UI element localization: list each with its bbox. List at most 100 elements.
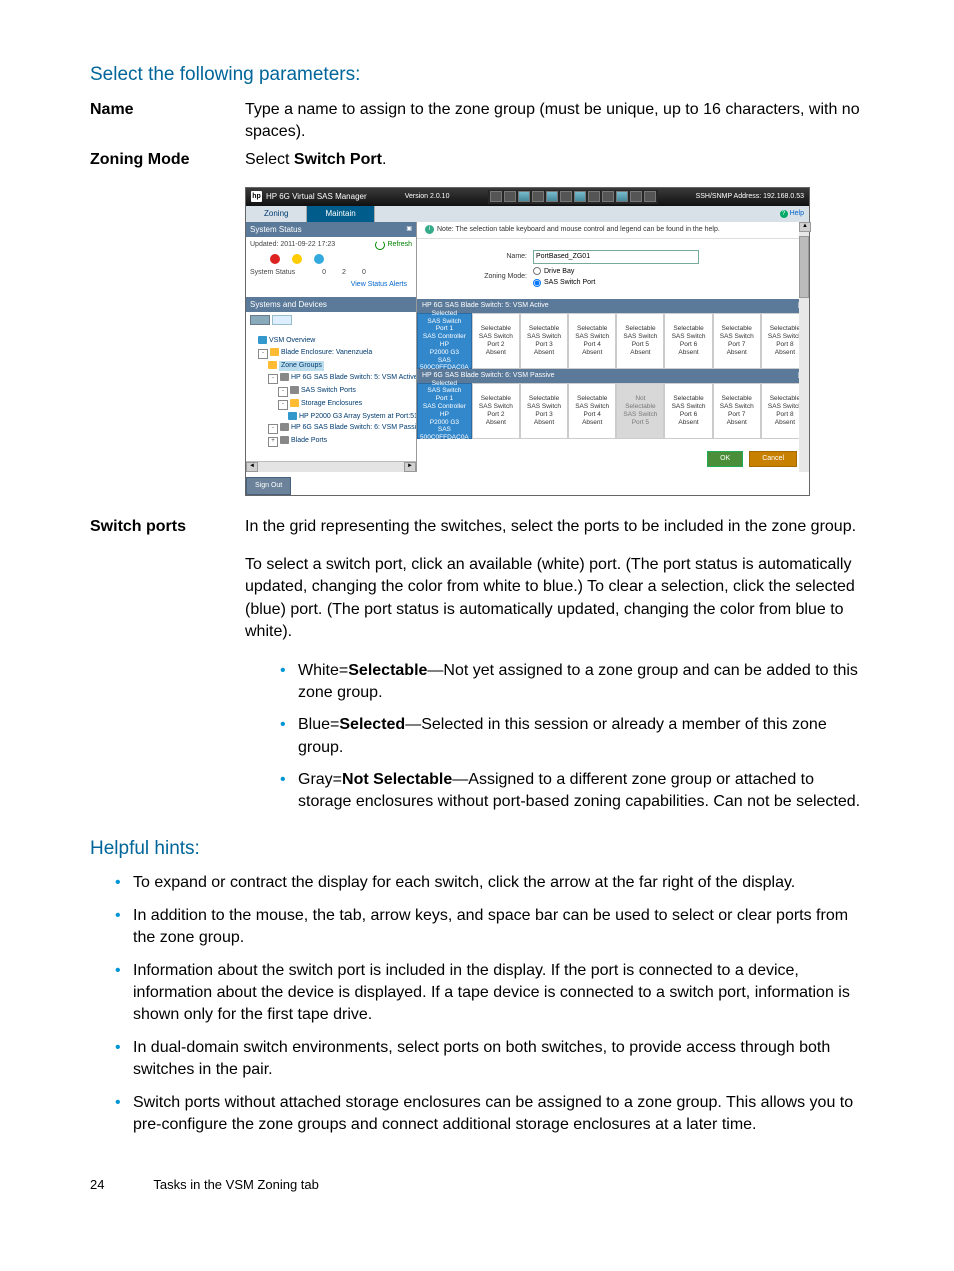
switch-port[interactable]: SelectedSAS SwitchPort 1SAS ControllerHP… bbox=[417, 383, 472, 439]
zoning-bold: Switch Port bbox=[294, 151, 382, 168]
refresh-link[interactable]: Refresh bbox=[375, 240, 412, 250]
hp-logo-icon: hp bbox=[251, 191, 262, 202]
switch-icon bbox=[280, 423, 289, 431]
cancel-button[interactable]: Cancel bbox=[749, 451, 797, 467]
switch-ports-label: Switch ports bbox=[90, 516, 245, 824]
scroll-up-icon[interactable]: ▲ bbox=[799, 222, 811, 232]
radio-drive-bay[interactable]: Drive Bay bbox=[533, 267, 595, 277]
ok-button[interactable]: OK bbox=[707, 451, 743, 467]
help-link[interactable]: ?Help bbox=[775, 206, 809, 222]
switch-ports-p1: In the grid representing the switches, s… bbox=[245, 516, 864, 538]
switch-port[interactable]: SelectableSAS SwitchPort 6Absent bbox=[664, 313, 712, 369]
sign-out-button[interactable]: Sign Out bbox=[246, 477, 291, 495]
switch-port[interactable]: SelectableSAS SwitchPort 2Absent bbox=[472, 313, 520, 369]
switch6-port-grid: SelectedSAS SwitchPort 1SAS ControllerHP… bbox=[417, 383, 809, 439]
switch-port[interactable]: SelectableSAS SwitchPort 6Absent bbox=[664, 383, 712, 439]
param-name-label: Name bbox=[90, 99, 245, 144]
tree-switch-6[interactable]: -HP 6G SAS Blade Switch: 6: VSM Passive bbox=[248, 422, 414, 435]
systems-tree: VSM Overview -Blade Enclosure: Vanenzuel… bbox=[246, 331, 416, 461]
switch-port[interactable]: SelectableSAS SwitchPort 4Absent bbox=[568, 313, 616, 369]
switch-port[interactable]: SelectableSAS SwitchPort 3Absent bbox=[520, 383, 568, 439]
collapse-icon[interactable]: - bbox=[278, 400, 288, 410]
error-icon bbox=[270, 254, 280, 264]
right-pane-scrollbar[interactable]: ▲ bbox=[799, 222, 809, 472]
section-title: Select the following parameters: bbox=[90, 62, 864, 89]
view-status-alerts-link[interactable]: View Status Alerts bbox=[250, 280, 407, 290]
scroll-right-icon[interactable]: ► bbox=[404, 462, 416, 472]
refresh-icon bbox=[375, 240, 385, 250]
system-status-rowlabel: System Status bbox=[250, 268, 295, 278]
hints-list: To expand or contract the display for ea… bbox=[90, 872, 864, 1136]
page-number: 24 bbox=[90, 1176, 150, 1194]
zoning-prefix: Select bbox=[245, 151, 294, 168]
radio-switch-port[interactable]: SAS Switch Port bbox=[533, 278, 595, 288]
tree-p2000[interactable]: HP P2000 G3 Array System at Port:51 bbox=[248, 411, 414, 423]
param-zoning-value: Select Switch Port. bbox=[245, 149, 864, 171]
vsm-titlebar: hp HP 6G Virtual SAS Manager Version 2.0… bbox=[246, 188, 809, 206]
switch-icon bbox=[280, 373, 289, 381]
hint-item: In dual-domain switch environments, sele… bbox=[115, 1037, 864, 1082]
note-bar: i Note: The selection table keyboard and… bbox=[417, 222, 809, 239]
tree-sas-ports[interactable]: -SAS Switch Ports bbox=[248, 385, 414, 398]
hint-item: In addition to the mouse, the tab, arrow… bbox=[115, 905, 864, 950]
legend-gray: Gray=Not Selectable—Assigned to a differ… bbox=[280, 769, 864, 814]
vsm-tabs: Zoning Maintain ?Help bbox=[246, 206, 809, 222]
view-toggle-2-icon[interactable] bbox=[272, 315, 292, 325]
storage-icon bbox=[290, 399, 299, 407]
overview-icon bbox=[258, 336, 267, 344]
hint-item: Information about the switch port is inc… bbox=[115, 960, 864, 1027]
switch5-header: HP 6G SAS Blade Switch: 5: VSM Active ▣ bbox=[417, 299, 809, 313]
tree-switch-5[interactable]: -HP 6G SAS Blade Switch: 5: VSM Active bbox=[248, 372, 414, 385]
system-status-header: System Status ▣ bbox=[246, 222, 416, 237]
warning-icon bbox=[292, 254, 302, 264]
legend-blue: Blue=Selected—Selected in this session o… bbox=[280, 714, 864, 759]
count-info: 0 bbox=[362, 268, 366, 278]
tree-storage-enclosures[interactable]: -Storage Enclosures bbox=[248, 398, 414, 411]
param-name-value: Type a name to assign to the zone group … bbox=[245, 99, 864, 144]
switch-port[interactable]: SelectableSAS SwitchPort 5Absent bbox=[616, 313, 664, 369]
switch-port[interactable]: SelectableSAS SwitchPort 7Absent bbox=[713, 383, 761, 439]
switch-port[interactable]: SelectedSAS SwitchPort 1SAS ControllerHP… bbox=[417, 313, 472, 369]
tree-blade-ports[interactable]: +Blade Ports bbox=[248, 435, 414, 448]
right-pane: i Note: The selection table keyboard and… bbox=[417, 222, 809, 472]
collapse-icon[interactable]: - bbox=[258, 349, 268, 359]
radio-drive-bay-input[interactable] bbox=[533, 267, 541, 275]
info-icon: i bbox=[425, 225, 434, 234]
tree-h-scrollbar[interactable]: ◄► bbox=[246, 461, 416, 472]
collapse-icon[interactable]: - bbox=[268, 374, 278, 384]
scroll-left-icon[interactable]: ◄ bbox=[246, 462, 258, 472]
collapse-icon[interactable]: - bbox=[268, 424, 278, 434]
tree-blade-enclosure[interactable]: -Blade Enclosure: Vanenzuela bbox=[248, 347, 414, 360]
radio-switch-port-input[interactable] bbox=[533, 279, 541, 287]
switch-port: NotSelectableSAS SwitchPort 5 bbox=[616, 383, 664, 439]
switch-port[interactable]: SelectableSAS SwitchPort 2Absent bbox=[472, 383, 520, 439]
help-icon: ? bbox=[780, 210, 788, 218]
switch-port[interactable]: SelectableSAS SwitchPort 3Absent bbox=[520, 313, 568, 369]
tab-maintain[interactable]: Maintain bbox=[307, 206, 374, 222]
hints-title: Helpful hints: bbox=[90, 836, 864, 863]
left-pane: System Status ▣ Updated: 2011-09-22 17:2… bbox=[246, 222, 417, 472]
folder-icon bbox=[268, 361, 277, 369]
hint-item: Switch ports without attached storage en… bbox=[115, 1092, 864, 1137]
zone-group-name-input[interactable] bbox=[533, 250, 699, 264]
param-zoning-row: Zoning Mode Select Switch Port. bbox=[90, 149, 864, 171]
tab-zoning[interactable]: Zoning bbox=[246, 206, 307, 222]
view-toggle-1-icon[interactable] bbox=[250, 315, 270, 325]
updated-text: Updated: 2011-09-22 17:23 bbox=[250, 240, 335, 250]
hint-item: To expand or contract the display for ea… bbox=[115, 872, 864, 894]
collapse-icon[interactable]: ▣ bbox=[406, 225, 412, 233]
param-name-row: Name Type a name to assign to the zone g… bbox=[90, 99, 864, 144]
collapse-icon[interactable]: - bbox=[278, 387, 288, 397]
switch-port[interactable]: SelectableSAS SwitchPort 7Absent bbox=[713, 313, 761, 369]
tree-vsm-overview[interactable]: VSM Overview bbox=[248, 335, 414, 347]
tree-zone-groups[interactable]: Zone Groups bbox=[248, 360, 414, 372]
form-name-label: Name: bbox=[417, 252, 533, 262]
switch6-header: HP 6G SAS Blade Switch: 6: VSM Passive ▣ bbox=[417, 369, 809, 383]
count-warn: 2 bbox=[342, 268, 346, 278]
switch5-port-grid: SelectedSAS SwitchPort 1SAS ControllerHP… bbox=[417, 313, 809, 369]
info-icon bbox=[314, 254, 324, 264]
enclosure-icon bbox=[270, 348, 279, 356]
expand-icon[interactable]: + bbox=[268, 437, 278, 447]
switch-port[interactable]: SelectableSAS SwitchPort 4Absent bbox=[568, 383, 616, 439]
ports-icon bbox=[290, 386, 299, 394]
